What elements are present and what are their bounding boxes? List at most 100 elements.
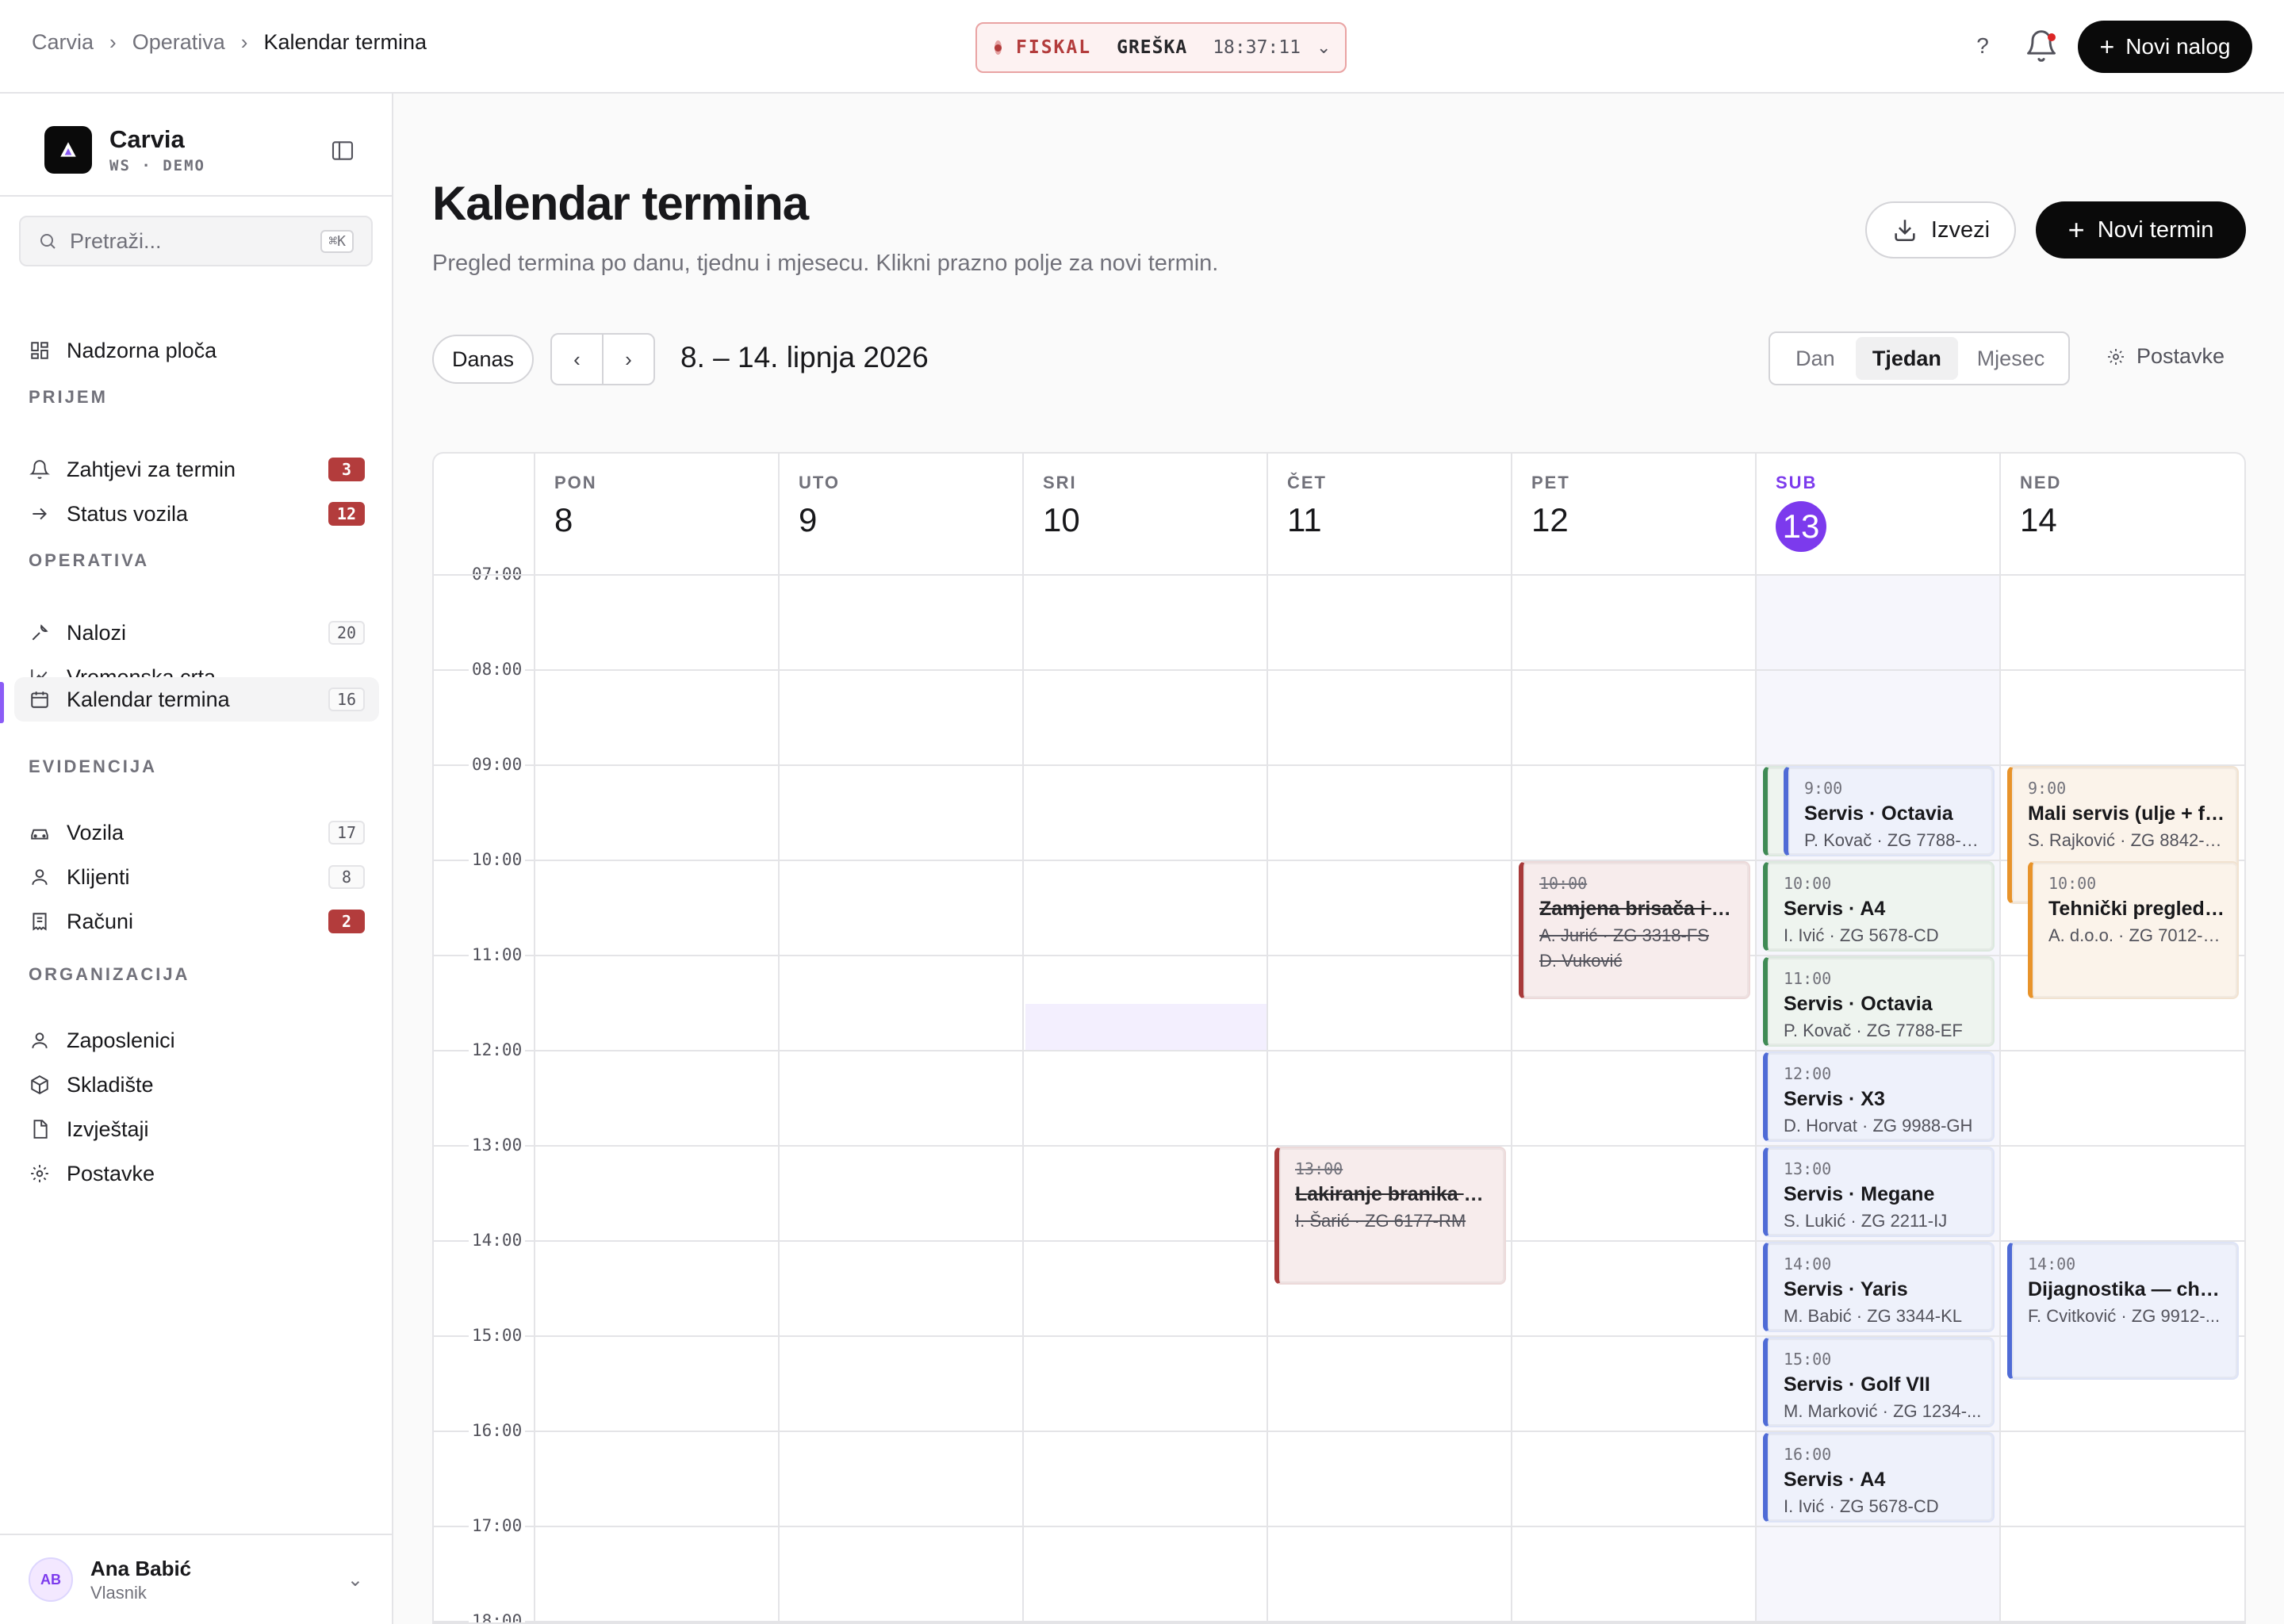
- appointment-time: 11:00: [1784, 969, 1832, 988]
- breadcrumb-item-operativa[interactable]: Operativa: [132, 30, 225, 55]
- fiscal-label: FISKAL: [1016, 37, 1092, 58]
- appointment-card[interactable]: 12:00 Servis · X3 D. Horvat · ZG 9988-GH: [1763, 1051, 1995, 1142]
- appointment-card[interactable]: 10:00 Tehnički pregled ... A. d.o.o. · ZG …: [2028, 861, 2239, 999]
- tab-day[interactable]: Dan: [1775, 337, 1856, 380]
- sidebar-item-invoices[interactable]: Računi 2: [14, 899, 379, 944]
- day-header[interactable]: UTO 9: [799, 473, 840, 539]
- day-header[interactable]: PON 8: [554, 473, 597, 539]
- day-of-week: NED: [2020, 473, 2062, 492]
- day-number: 14: [2020, 501, 2057, 538]
- search-input[interactable]: Pretraži... ⌘K: [19, 216, 373, 266]
- page-subtitle: Pregled termina po danu, tjednu i mjesec…: [432, 251, 1219, 276]
- appointment-client: I. Ivić · ZG 5678-CD: [1784, 1496, 1939, 1516]
- count-badge: 12: [328, 502, 365, 526]
- appointment-client: S. Lukić · ZG 2211-IJ: [1784, 1211, 1948, 1231]
- new-order-label: Novi nalog: [2125, 34, 2231, 59]
- sidebar-item-employees[interactable]: Zaposlenici: [14, 1018, 379, 1063]
- sidebar-item-vehicle-status[interactable]: Status vozila 12: [14, 492, 379, 536]
- user-name: Ana Babić: [90, 1556, 192, 1580]
- sidebar-item-calendar[interactable]: Kalendar termina 16: [14, 677, 379, 722]
- new-appointment-button[interactable]: + Novi termin: [2036, 201, 2246, 259]
- appointment-time: 14:00: [1784, 1254, 1832, 1274]
- appointment-card[interactable]: 13:00 Lakiranje branika na... I. Šarić · Z…: [1274, 1147, 1506, 1285]
- sidebar-item-label: Nalozi: [67, 620, 127, 645]
- appointment-time: 10:00: [1784, 874, 1832, 893]
- breadcrumb-item-carvia[interactable]: Carvia: [32, 30, 94, 55]
- week-calendar: 07:00 08:00 09:00 10:00 11:00 12:00 13:00 14:00…: [432, 452, 2246, 1624]
- fiscal-time: 18:37:11: [1213, 37, 1301, 58]
- appointment-card[interactable]: 16:00 Servis · A4 I. Ivić · ZG 5678-CD: [1763, 1432, 1995, 1522]
- sidebar-item-vehicles[interactable]: Vozila 17: [14, 810, 379, 855]
- day-of-week: SRI: [1043, 473, 1077, 492]
- day-header[interactable]: SUB 13: [1776, 473, 1826, 552]
- gear-icon: [2108, 348, 2124, 365]
- next-period-button[interactable]: ›: [604, 335, 653, 384]
- appointment-card[interactable]: 13:00 Servis · Megane S. Lukić · ZG 2211-I…: [1763, 1147, 1995, 1237]
- new-order-button[interactable]: + Novi nalog: [2078, 21, 2252, 73]
- sidebar-item-label: Nadzorna ploča: [67, 338, 217, 362]
- box-icon: [29, 1074, 51, 1096]
- grid-icon: [29, 339, 51, 362]
- hour-label: 10:00: [469, 850, 526, 869]
- appointment-title: Lakiranje branika na...: [1295, 1183, 1493, 1205]
- day-header[interactable]: SRI 10: [1043, 473, 1080, 539]
- sidebar-item-reports[interactable]: Izvještaji: [14, 1107, 379, 1151]
- day-number: 8: [554, 501, 573, 538]
- appointment-title: Zamjena brisača i pr...: [1539, 898, 1738, 920]
- day-header[interactable]: PET 12: [1531, 473, 1570, 539]
- bell-icon: [29, 458, 51, 481]
- period-navigation: ‹ ›: [550, 333, 655, 385]
- breadcrumb: Carvia › Operativa › Kalendar termina: [32, 30, 427, 55]
- sidebar-item-label: Klijenti: [67, 864, 130, 889]
- day-number: 12: [1531, 501, 1569, 538]
- sidebar-item-label: Skladište: [67, 1072, 154, 1097]
- appointment-time: 14:00: [2028, 1254, 2076, 1274]
- collapse-sidebar-button[interactable]: [330, 138, 355, 163]
- hour-label: 14:00: [469, 1231, 526, 1250]
- appointment-card[interactable]: 15:00 Servis · Golf VII M. Marković · ZG 1…: [1763, 1337, 1995, 1427]
- appointment-client: M. Marković · ZG 1234-...: [1784, 1401, 1982, 1421]
- appointment-time: 10:00: [1539, 874, 1588, 893]
- notifications-button[interactable]: [2024, 29, 2059, 63]
- day-header[interactable]: ČET 11: [1287, 473, 1327, 539]
- appointment-time: 10:00: [2048, 874, 2097, 893]
- appointment-card[interactable]: 9:00 Servis · Octavia P. Kovač · ZG 7788-E…: [1784, 766, 1995, 856]
- tab-month[interactable]: Mjesec: [1958, 337, 2064, 380]
- export-button[interactable]: Izvezi: [1865, 201, 2016, 259]
- plus-icon: +: [2099, 33, 2115, 61]
- appointment-card[interactable]: 11:00 Servis · Octavia P. Kovač · ZG 7788-…: [1763, 956, 1995, 1047]
- calendar-settings-button[interactable]: Postavke: [2106, 344, 2225, 369]
- sidebar-item-warehouse[interactable]: Skladište: [14, 1063, 379, 1107]
- help-button[interactable]: ?: [1967, 29, 1998, 63]
- sidebar-item-settings[interactable]: Postavke: [14, 1151, 379, 1196]
- appointment-title: Tehnički pregled ...: [2048, 898, 2226, 920]
- today-button[interactable]: Danas: [432, 335, 534, 384]
- tab-week[interactable]: Tjedan: [1855, 337, 1958, 380]
- sidebar-item-orders[interactable]: Nalozi 20: [14, 611, 379, 655]
- breadcrumb-item-current: Kalendar termina: [263, 30, 427, 54]
- section-evidencija: EVIDENCIJA: [29, 756, 158, 776]
- sidebar-item-dashboard[interactable]: Nadzorna ploča: [14, 328, 379, 373]
- hour-label: 11:00: [469, 945, 526, 964]
- brand[interactable]: Carvia WS · DEMO: [44, 125, 205, 174]
- hour-label: 12:00: [469, 1040, 526, 1059]
- day-column-divider: [1755, 454, 1757, 1622]
- user-menu[interactable]: AB Ana Babić Vlasnik ⌄: [0, 1534, 392, 1624]
- selected-time-slot[interactable]: [1025, 1004, 1268, 1050]
- appointment-card[interactable]: 10:00 Servis · A4 I. Ivić · ZG 5678-CD: [1763, 861, 1995, 952]
- divider: [0, 195, 393, 197]
- appointment-title: Servis · A4: [1784, 898, 1886, 920]
- fiscal-status-pill[interactable]: FISKAL GREŠKA 18:37:11 ⌄: [975, 22, 1347, 73]
- appointment-card[interactable]: 10:00 Zamjena brisača i pr... A. Jurić · Z…: [1519, 861, 1750, 999]
- day-header[interactable]: NED 14: [2020, 473, 2061, 539]
- appointment-client: P. Kovač · ZG 7788-EF: [1804, 830, 1982, 850]
- sidebar-item-appointment-requests[interactable]: Zahtjevi za termin 3: [14, 447, 379, 492]
- previous-period-button[interactable]: ‹: [552, 335, 604, 384]
- user-role: Vlasnik: [90, 1582, 147, 1603]
- appointment-card[interactable]: 14:00 Servis · Yaris M. Babić · ZG 3344-KL: [1763, 1242, 1995, 1332]
- appointment-card[interactable]: 14:00 Dijagnostika — chec... F. Cvitković …: [2007, 1242, 2239, 1380]
- appointment-title: Servis · Octavia: [1784, 993, 1933, 1015]
- user-icon: [29, 1029, 51, 1051]
- sidebar-item-clients[interactable]: Klijenti 8: [14, 855, 379, 899]
- appointment-title: Dijagnostika — chec...: [2028, 1278, 2226, 1300]
